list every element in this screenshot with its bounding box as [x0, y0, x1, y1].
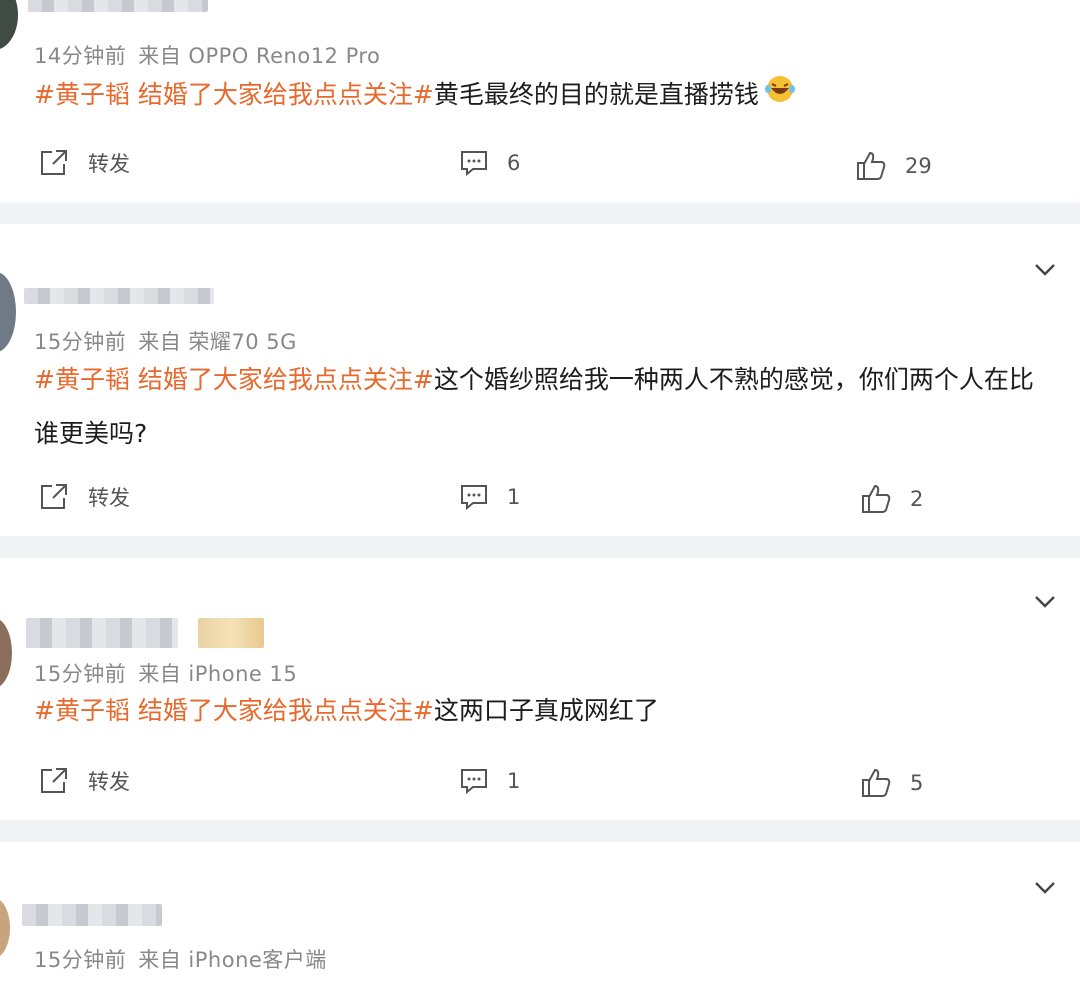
- hashtag-link[interactable]: #黄子韬 结婚了大家给我点点关注#: [34, 365, 434, 394]
- comment-meta: 14分钟前 来自 OPPO Reno12 Pro: [34, 40, 380, 70]
- comment-text: 黄毛最终的目的就是直播捞钱: [433, 80, 759, 109]
- timestamp: 15分钟前: [34, 948, 127, 972]
- repost-label: 转发: [88, 486, 130, 510]
- repost-label: 转发: [88, 152, 130, 176]
- comment-body: #黄子韬 结婚了大家给我点点关注#这两口子真成网红了: [34, 684, 1052, 738]
- comment-card: 15分钟前 来自 荣耀70 5G #黄子韬 结婚了大家给我点点关注#这个婚纱照给我…: [0, 224, 1080, 536]
- timestamp: 14分钟前: [34, 44, 127, 68]
- like-count: 5: [910, 771, 924, 795]
- comment-body: #黄子韬 结婚了大家给我点点关注#这个婚纱照给我一种两人不熟的感觉，你们两个人在…: [34, 353, 1052, 461]
- comment-body: #黄子韬 结婚了大家给我点点关注#黄毛最终的目的就是直播捞钱: [34, 68, 1052, 123]
- avatar[interactable]: [0, 0, 18, 50]
- avatar[interactable]: [0, 898, 10, 958]
- comment-count: 1: [507, 485, 521, 509]
- like-button[interactable]: 2: [860, 483, 923, 515]
- comment-card: 14分钟前 来自 OPPO Reno12 Pro #黄子韬 结婚了大家给我点点关注…: [0, 0, 1080, 203]
- repost-button[interactable]: 转发: [38, 482, 130, 512]
- share-square-icon: [41, 484, 67, 509]
- thumbs-up-icon: [862, 768, 891, 797]
- comment-icon: [461, 485, 487, 511]
- comment-text: 这两口子真成网红了: [433, 696, 659, 725]
- source-device: 来自 荣耀70 5G: [138, 330, 297, 354]
- repost-label: 转发: [88, 770, 130, 794]
- comment-count: 6: [507, 151, 521, 175]
- comment-button[interactable]: 1: [459, 766, 520, 796]
- laughing-emoji-icon: [763, 69, 797, 123]
- username[interactable]: [28, 0, 208, 12]
- avatar[interactable]: [0, 618, 12, 688]
- comment-card: 15分钟前 来自 iPhone 15 #黄子韬 结婚了大家给我点点关注#这两口子真…: [0, 558, 1080, 820]
- share-square-icon: [41, 768, 67, 793]
- repost-button[interactable]: 转发: [38, 766, 130, 796]
- comment-button[interactable]: 6: [459, 148, 520, 178]
- username[interactable]: [24, 288, 214, 304]
- repost-button[interactable]: 转发: [38, 148, 130, 178]
- comment-count: 1: [507, 769, 521, 793]
- comment-meta: 15分钟前 来自 iPhone客户端: [34, 944, 327, 974]
- thumbs-up-icon: [857, 151, 886, 180]
- timestamp: 15分钟前: [34, 330, 127, 354]
- avatar[interactable]: [0, 272, 16, 352]
- timestamp: 15分钟前: [34, 662, 127, 686]
- hashtag-link[interactable]: #黄子韬 结婚了大家给我点点关注#: [34, 80, 434, 109]
- like-button[interactable]: 5: [860, 767, 923, 799]
- thumbs-up-icon: [862, 484, 891, 513]
- username[interactable]: [22, 904, 162, 926]
- source-device: 来自 iPhone客户端: [138, 948, 327, 972]
- source-device: 来自 OPPO Reno12 Pro: [138, 44, 381, 68]
- chevron-down-icon[interactable]: [1032, 874, 1058, 900]
- username[interactable]: [26, 618, 178, 648]
- comment-meta: 15分钟前 来自 荣耀70 5G: [34, 326, 297, 356]
- chevron-down-icon[interactable]: [1032, 256, 1058, 282]
- share-square-icon: [41, 150, 67, 175]
- like-count: 29: [905, 154, 932, 178]
- chevron-down-icon[interactable]: [1032, 588, 1058, 614]
- comment-icon: [461, 769, 487, 795]
- source-device: 来自 iPhone 15: [138, 662, 298, 686]
- like-count: 2: [910, 487, 924, 511]
- like-button[interactable]: 29: [855, 150, 932, 182]
- comment-card: 15分钟前 来自 iPhone客户端: [0, 842, 1080, 984]
- comment-button[interactable]: 1: [459, 482, 520, 512]
- hashtag-link[interactable]: #黄子韬 结婚了大家给我点点关注#: [34, 696, 434, 725]
- member-badge[interactable]: [198, 618, 264, 648]
- comment-icon: [461, 151, 487, 177]
